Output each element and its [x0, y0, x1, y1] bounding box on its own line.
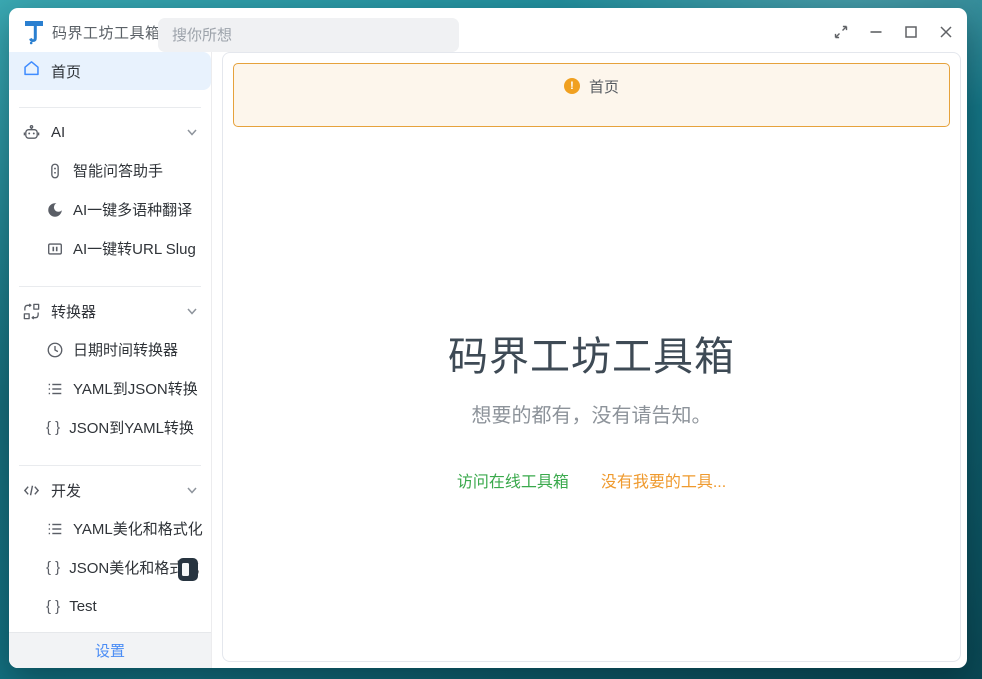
- list-icon: [46, 520, 64, 538]
- braces-icon: { }: [46, 598, 60, 615]
- robot-icon: [22, 123, 41, 142]
- list-icon: [46, 380, 64, 398]
- sidebar-item-ai-translate[interactable]: AI一键多语种翻译: [9, 190, 211, 229]
- sidebar-divider: [19, 107, 201, 108]
- sidebar-item-yaml-to-json[interactable]: YAML到JSON转换: [9, 369, 211, 408]
- sidebar-item-label: JSON到YAML转换: [69, 417, 194, 438]
- sidebar-section-label: 开发: [51, 480, 185, 501]
- home-icon: [22, 59, 41, 83]
- sidebar-item-qa-assistant[interactable]: 智能问答助手: [9, 151, 211, 190]
- clock-icon: [46, 341, 64, 359]
- maximize-icon[interactable]: [900, 21, 922, 43]
- alert-banner: ! 首页: [233, 63, 950, 127]
- window-controls: [830, 8, 957, 56]
- warning-icon: !: [564, 78, 580, 94]
- sidebar-item-label: Test: [69, 598, 97, 615]
- sidebar-section-converter[interactable]: 转换器: [9, 292, 211, 330]
- code-icon: [22, 481, 41, 500]
- slug-icon: [46, 240, 64, 258]
- sidebar-item-label: 智能问答助手: [73, 160, 163, 181]
- alert-text: 首页: [589, 76, 619, 97]
- close-icon[interactable]: [935, 21, 957, 43]
- sidebar-item-home[interactable]: 首页: [9, 52, 211, 90]
- sidebar-item-test[interactable]: { } Test: [9, 587, 211, 626]
- hero-title: 码界工坊工具箱: [223, 324, 960, 382]
- sidebar-item-label: 日期时间转换器: [73, 339, 178, 360]
- chevron-down-icon: [185, 304, 199, 318]
- panel-toggle-icon[interactable]: [178, 558, 198, 581]
- assistant-icon: [46, 162, 64, 180]
- chevron-down-icon: [185, 125, 199, 139]
- title-bar: 码界工坊工具箱: [9, 8, 967, 56]
- sidebar-item-label: AI一键多语种翻译: [73, 199, 192, 220]
- main-content: ! 首页 码界工坊工具箱 想要的都有，没有请告知。 访问在线工具箱 没有我要的工…: [222, 52, 961, 662]
- panel-toggle-bar: [182, 563, 189, 576]
- sidebar-item-json-to-yaml[interactable]: { } JSON到YAML转换: [9, 408, 211, 447]
- hero-subtitle: 想要的都有，没有请告知。: [223, 399, 960, 428]
- sidebar-section-label: 转换器: [51, 301, 185, 322]
- alert-inner: ! 首页: [564, 77, 619, 95]
- settings-label: 设置: [95, 640, 125, 661]
- search-input[interactable]: [158, 18, 459, 52]
- sidebar-section-label: AI: [51, 124, 185, 141]
- hero-section: 码界工坊工具箱 想要的都有，没有请告知。 访问在线工具箱 没有我要的工具...: [223, 324, 960, 492]
- settings-button[interactable]: 设置: [9, 632, 211, 668]
- request-tool-link[interactable]: 没有我要的工具...: [601, 468, 726, 492]
- braces-icon: { }: [46, 419, 60, 436]
- sidebar-divider: [19, 465, 201, 466]
- chevron-down-icon: [185, 483, 199, 497]
- sidebar-item-label: YAML到JSON转换: [73, 378, 198, 399]
- sidebar-item-datetime-converter[interactable]: 日期时间转换器: [9, 330, 211, 369]
- app-title: 码界工坊工具箱: [52, 22, 161, 43]
- expand-icon[interactable]: [830, 21, 852, 43]
- sidebar-item-label: AI一键转URL Slug: [73, 238, 196, 259]
- minimize-icon[interactable]: [865, 21, 887, 43]
- visit-online-toolbox-link[interactable]: 访问在线工具箱: [457, 468, 569, 492]
- sidebar-section-ai[interactable]: AI: [9, 113, 211, 151]
- translate-icon: [46, 201, 64, 219]
- sidebar-item-url-slug[interactable]: AI一键转URL Slug: [9, 229, 211, 268]
- braces-icon: { }: [46, 559, 60, 576]
- app-window: 码界工坊工具箱: [9, 8, 967, 668]
- desktop-background: 码界工坊工具箱: [0, 0, 982, 679]
- sidebar-item-label: 首页: [51, 61, 81, 82]
- convert-icon: [22, 302, 41, 321]
- sidebar-section-dev[interactable]: 开发: [9, 471, 211, 509]
- sidebar-item-yaml-beautify[interactable]: YAML美化和格式化: [9, 509, 211, 548]
- sidebar-divider: [19, 286, 201, 287]
- sidebar-item-label: YAML美化和格式化: [73, 518, 203, 539]
- hero-links: 访问在线工具箱 没有我要的工具...: [223, 468, 960, 492]
- app-logo-icon: [23, 19, 45, 45]
- app-logo-wrap: 码界工坊工具箱: [9, 19, 161, 45]
